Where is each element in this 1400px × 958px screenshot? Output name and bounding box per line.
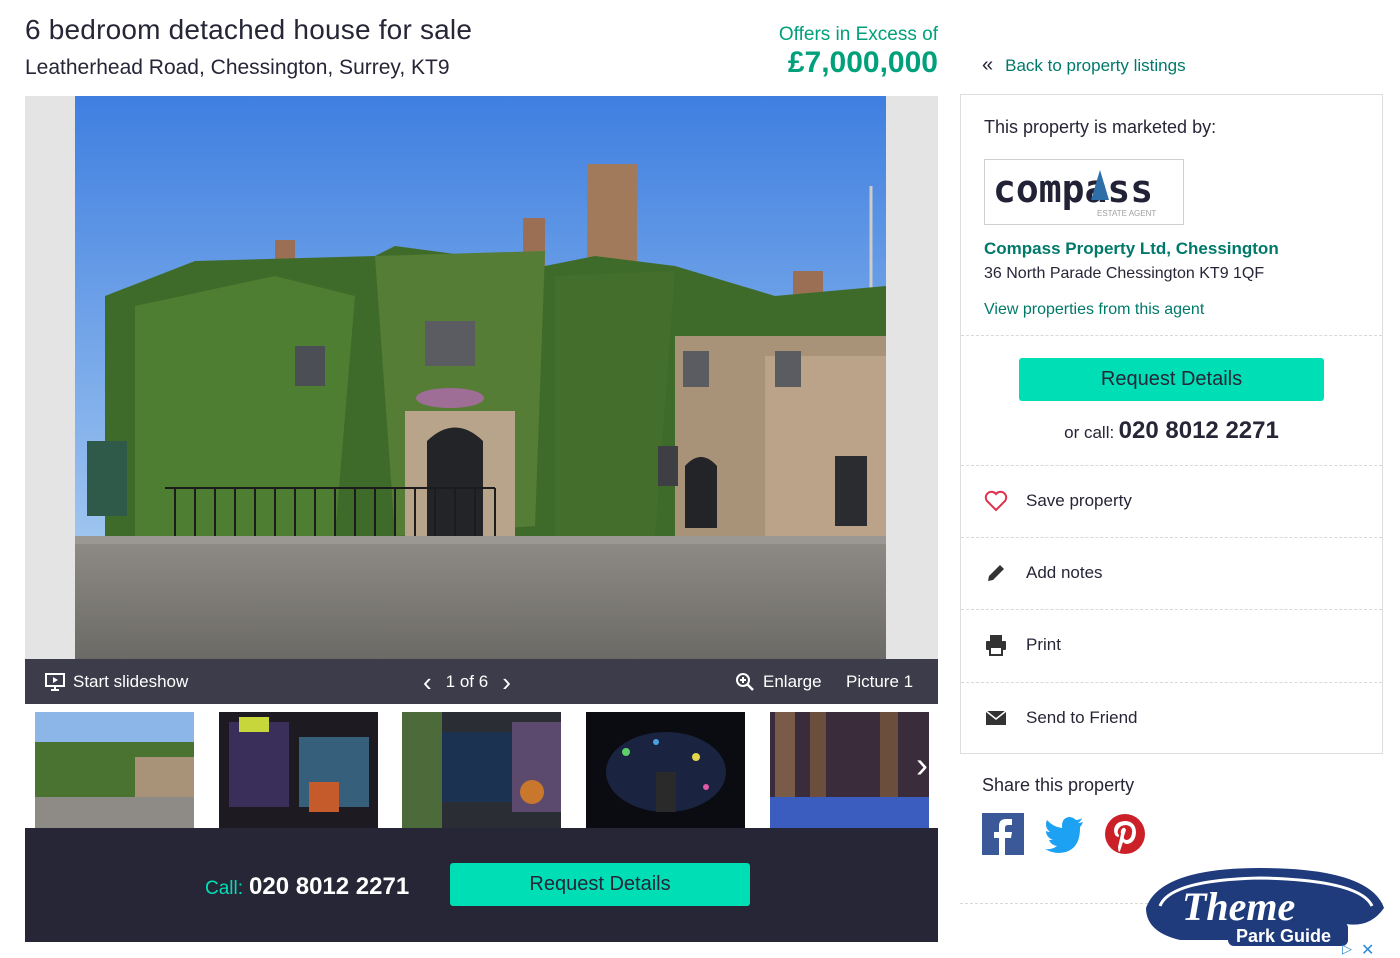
chevron-left-icon[interactable]: ‹ — [423, 669, 432, 695]
or-call: or call: 020 8012 2271 — [961, 417, 1382, 445]
pencil-icon — [988, 565, 1004, 581]
print-label: Print — [1026, 635, 1061, 654]
thumbnail-5[interactable] — [770, 712, 929, 828]
enlarge-label: Enlarge — [763, 671, 822, 691]
divider — [961, 609, 1382, 610]
photo-gallery[interactable] — [25, 96, 938, 659]
add-notes-label: Add notes — [1026, 563, 1103, 582]
call-label: Call: — [205, 878, 244, 899]
call-strip: Call: 020 8012 2271 Request Details — [25, 828, 938, 942]
double-chevron-left-icon: « — [982, 54, 994, 76]
twitter-icon[interactable] — [1043, 813, 1085, 855]
compass-logo: compass ESTATE AGENT — [993, 167, 1156, 218]
thumbnail-2[interactable] — [219, 712, 378, 828]
envelope-icon — [985, 710, 1007, 725]
photo-counter: 1 of 6 — [445, 671, 489, 691]
thumbnail-3[interactable] — [402, 712, 561, 828]
thumbnail-strip: › — [25, 704, 938, 828]
divider — [961, 537, 1382, 538]
slideshow-icon — [45, 672, 65, 691]
zoom-icon — [736, 672, 754, 691]
price-qualifier: Offers in Excess of — [778, 24, 938, 45]
theme-park-guide-watermark: Theme Park Guide — [1140, 862, 1390, 954]
share-heading: Share this property — [982, 775, 1135, 795]
print-button[interactable]: Print — [984, 630, 1364, 660]
request-details-button-bottom[interactable]: Request Details — [450, 863, 750, 906]
chevron-right-icon[interactable]: › — [502, 669, 511, 695]
save-property-button[interactable]: Save property — [984, 486, 1364, 516]
start-slideshow-button[interactable]: Start slideshow — [45, 659, 188, 704]
printer-icon — [986, 635, 1006, 656]
thumbnail-next-icon[interactable]: › — [916, 744, 928, 786]
divider — [961, 682, 1382, 683]
back-to-listings-link[interactable]: « Back to property listings — [982, 54, 1186, 77]
logo-subtext: ESTATE AGENT — [1097, 209, 1156, 218]
divider — [961, 335, 1382, 336]
property-price: £7,000,000 — [787, 46, 938, 79]
watermark-line2: Park Guide — [1236, 926, 1331, 946]
send-to-friend-label: Send to Friend — [1026, 708, 1138, 727]
ad-close-icon[interactable]: ✕ — [1361, 940, 1374, 958]
send-to-friend-button[interactable]: Send to Friend — [984, 703, 1364, 733]
agent-phone[interactable]: 020 8012 2271 — [1119, 417, 1279, 444]
agent-name-link[interactable]: Compass Property Ltd, Chessington — [984, 239, 1279, 259]
or-call-label: or call: — [1064, 423, 1115, 442]
add-notes-button[interactable]: Add notes — [984, 558, 1364, 588]
heart-icon — [984, 490, 1008, 512]
marketed-by-heading: This property is marketed by: — [984, 117, 1217, 137]
share-icons — [982, 813, 1146, 855]
property-title: 6 bedroom detached house for sale — [25, 14, 473, 45]
thumbnail-4[interactable] — [586, 712, 745, 828]
request-details-button[interactable]: Request Details — [1019, 358, 1324, 401]
divider — [961, 465, 1382, 466]
call-phone[interactable]: Call: 020 8012 2271 — [205, 873, 409, 901]
call-phone-number: 020 8012 2271 — [249, 873, 410, 900]
agent-panel: This property is marketed by: compass ES… — [960, 94, 1383, 754]
facebook-icon[interactable] — [982, 813, 1024, 855]
thumbnail-1[interactable] — [35, 712, 194, 828]
ad-choices-icon[interactable]: ▷ — [1342, 941, 1352, 957]
picture-label: Picture 1 — [846, 671, 914, 691]
enlarge-button[interactable]: Enlarge — [735, 659, 822, 704]
back-to-listings-label: Back to property listings — [1005, 55, 1186, 75]
main-photo[interactable] — [75, 96, 886, 659]
gallery-controls: Start slideshow ‹ 1 of 6 › Enlarge Pictu… — [25, 659, 938, 704]
view-agent-properties-link[interactable]: View properties from this agent — [984, 301, 1204, 319]
pinterest-icon[interactable] — [1104, 813, 1146, 855]
photo-pager: ‹ 1 of 6 › — [423, 659, 511, 704]
property-address: Leatherhead Road, Chessington, Surrey, K… — [25, 56, 450, 79]
agent-logo[interactable]: compass ESTATE AGENT — [984, 159, 1184, 225]
agent-address: 36 North Parade Chessington KT9 1QF — [984, 265, 1265, 282]
logo-text: compass — [993, 167, 1153, 211]
start-slideshow-label: Start slideshow — [73, 671, 189, 691]
save-property-label: Save property — [1026, 491, 1132, 510]
